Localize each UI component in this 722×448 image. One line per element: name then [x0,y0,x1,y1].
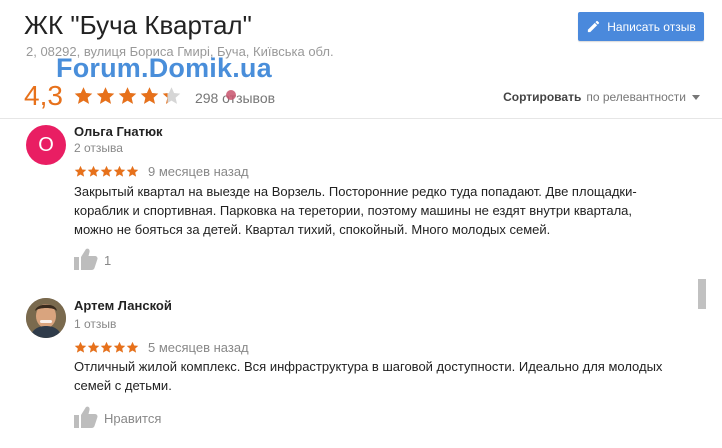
star-icon [126,341,139,353]
place-header: ЖК "Буча Квартал" 2, 08292, вулиця Борис… [0,0,722,118]
like-label: Нравится [104,411,162,426]
star-icon [113,165,126,177]
decorative-dot [226,90,236,100]
review-rating: 9 месяцев назад [74,164,249,179]
avatar[interactable]: О [26,125,66,165]
pencil-icon [586,19,601,34]
sort-label: Сортировать [503,90,582,104]
review-stars [74,341,139,354]
review-rating: 5 месяцев назад [74,340,249,355]
like-button[interactable]: Нравится [74,406,161,428]
avatar[interactable] [26,298,66,338]
review-item: О Ольга Гнатюк 2 отзыва 9 месяцев назад … [0,119,696,284]
write-review-label: Написать отзыв [607,19,696,34]
thumbs-up-icon [74,248,98,270]
rating-stars [73,86,183,106]
thumbs-up-icon [74,406,98,428]
star-icon [100,341,113,353]
review-date: 5 месяцев назад [148,340,249,355]
like-button[interactable]: 1 [74,248,111,270]
star-icon [74,87,93,104]
review-text: Отличный жилой комплекс. Вся инфраструкт… [74,359,663,393]
rating-value: 4,3 [24,80,63,111]
star-icon [118,87,137,104]
review-text: Закрытый квартал на выезде на Ворзель. П… [74,184,637,237]
review-author[interactable]: Ольга Гнатюк [74,124,163,139]
rating-summary: 4,3 298 отзывов [24,80,275,112]
write-review-button[interactable]: Написать отзыв [578,12,704,41]
avatar-letter: О [38,133,54,156]
review-date: 9 месяцев назад [148,164,249,179]
review-item: Артем Ланской 1 отзыв 5 месяцев назад От… [0,293,696,448]
star-icon [74,165,87,177]
review-author-count: 2 отзыва [74,141,123,155]
star-icon [126,165,139,177]
like-count: 1 [104,253,112,268]
place-title: ЖК "Буча Квартал" [24,10,252,40]
reviews-list: О Ольга Гнатюк 2 отзыва 9 месяцев назад … [0,119,696,448]
star-icon [87,341,100,353]
star-icon [96,87,115,104]
star-icon [162,87,181,104]
review-author-count: 1 отзыв [74,317,117,331]
scrollbar[interactable] [698,119,706,448]
star-icon [113,341,126,353]
sort-value: по релевантности [586,90,686,104]
review-stars [74,165,139,178]
star-icon [100,165,113,177]
review-author[interactable]: Артем Ланской [74,298,172,313]
star-icon [87,165,100,177]
scrollbar-thumb[interactable] [698,279,706,309]
star-icon [140,87,159,104]
sort-dropdown[interactable]: Сортировать по релевантности [503,90,700,104]
watermark-logo: Forum.Domik.ua [56,53,272,83]
caret-down-icon [692,94,700,100]
avatar-photo [26,298,66,338]
star-icon [74,341,87,353]
